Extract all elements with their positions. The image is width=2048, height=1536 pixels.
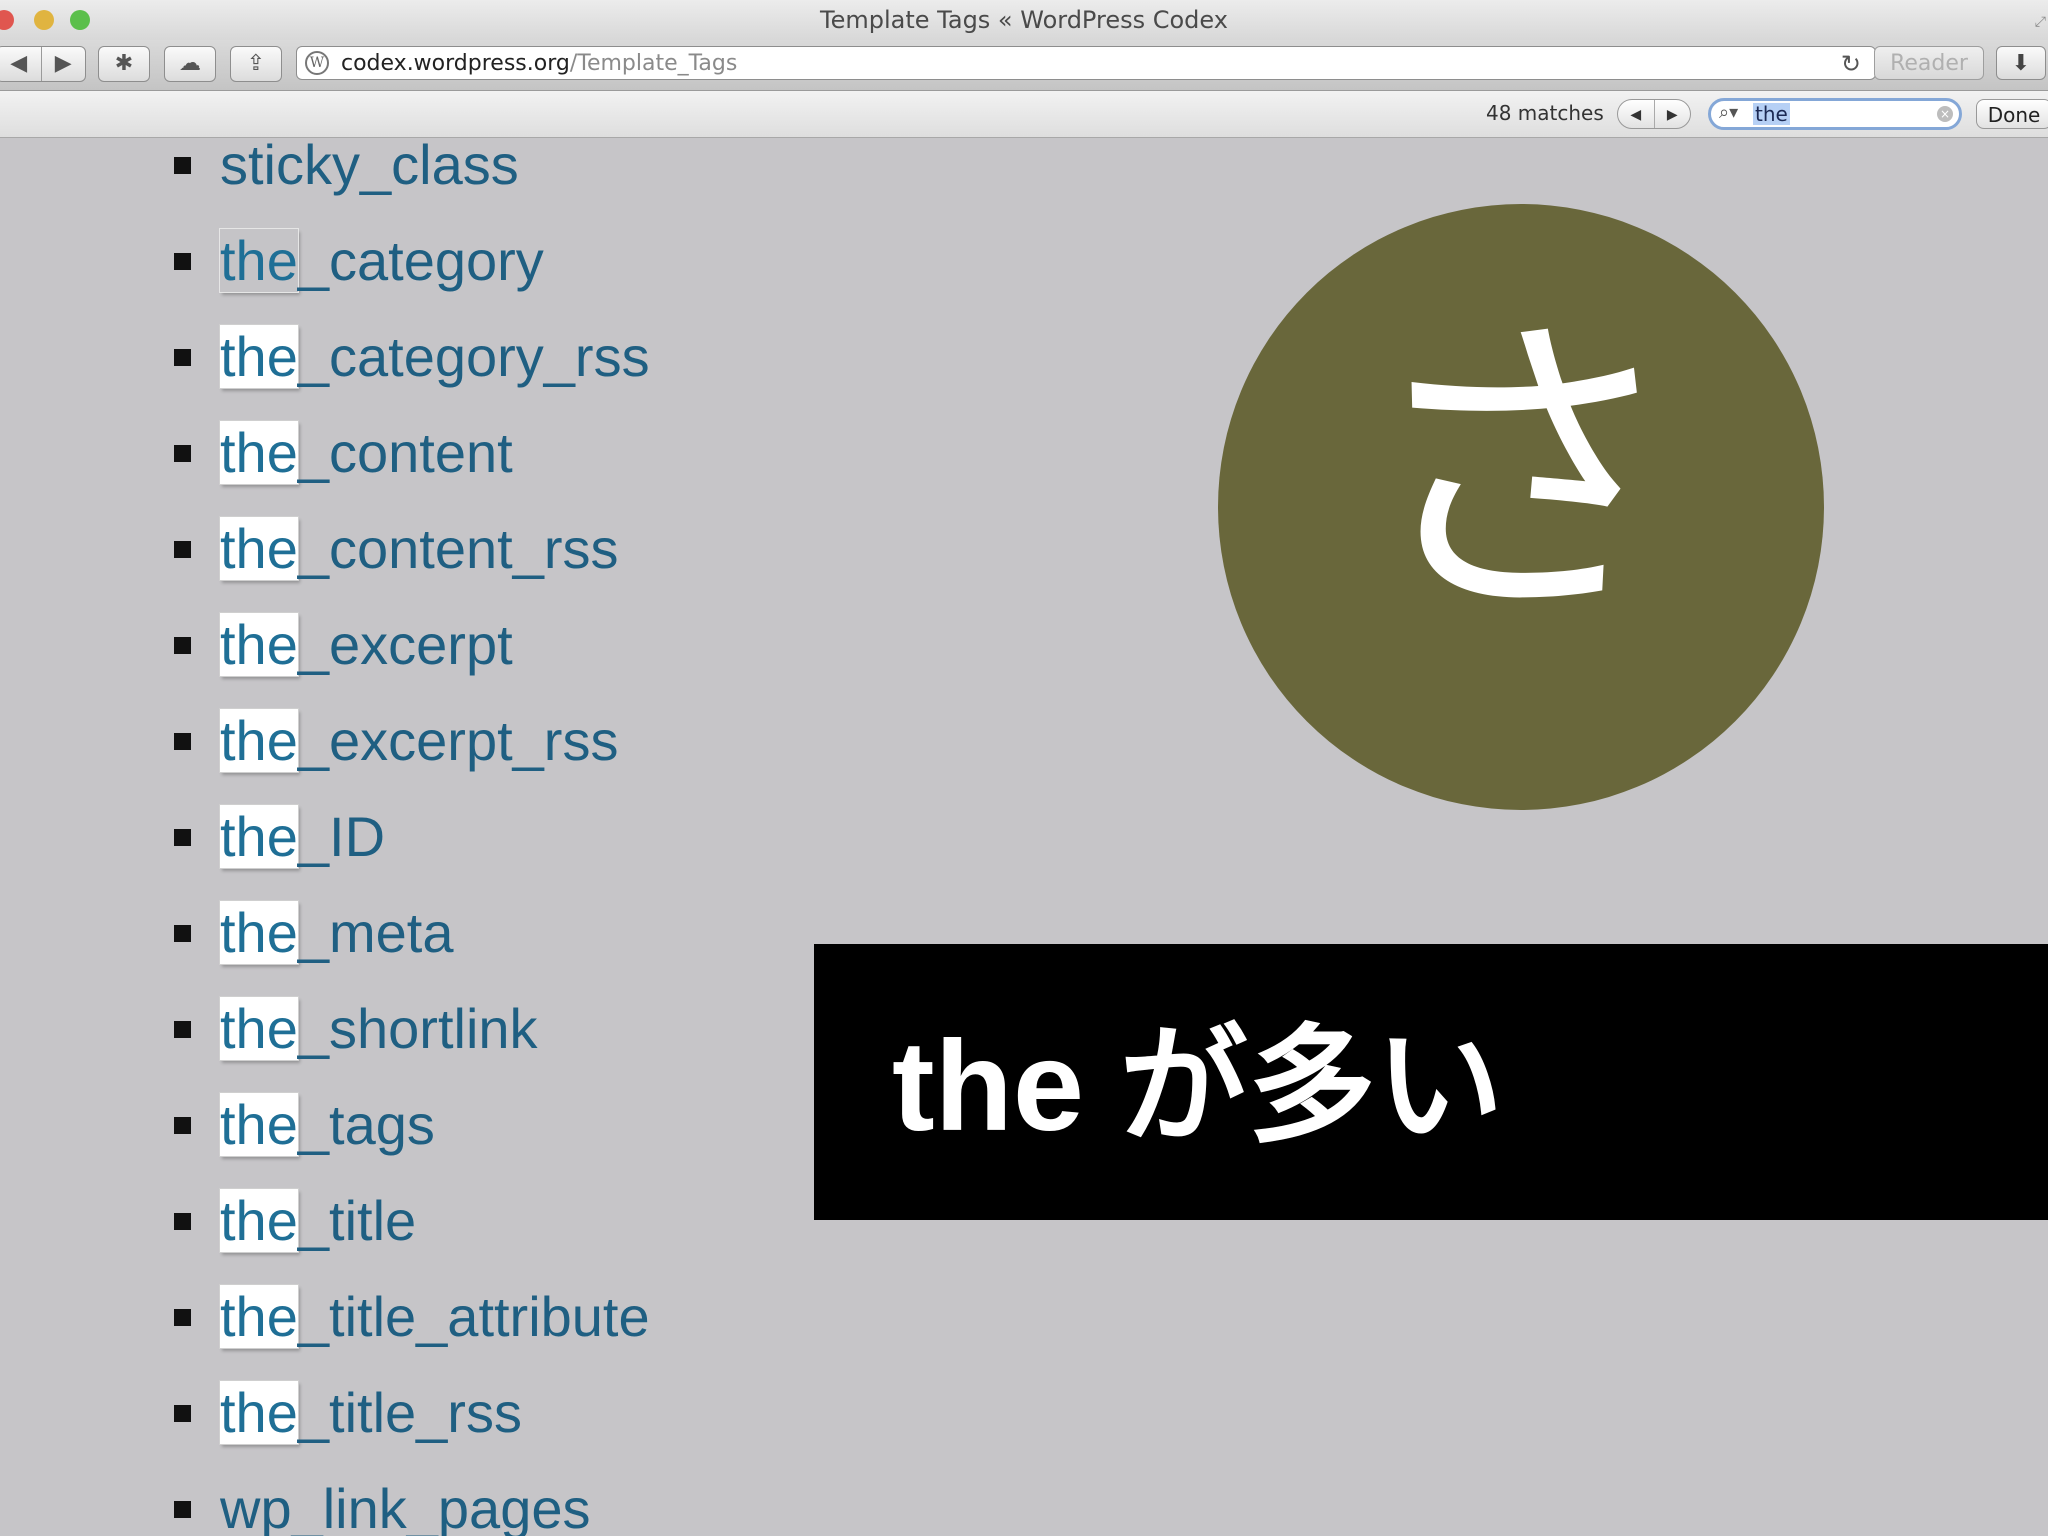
list-bullet	[174, 157, 191, 174]
tag-link-text: _content	[297, 421, 513, 484]
downloads-button[interactable]: ⬇	[1996, 46, 2046, 80]
find-highlight: the	[220, 325, 298, 388]
tag-link[interactable]: wp_link_pages	[220, 1469, 590, 1536]
find-query: the	[1753, 102, 1790, 126]
browser-toolbar: ◀ ▶ ✱ ☁ ⇪ W codex.wordpress.org/Template…	[0, 40, 2048, 91]
tag-link-text: _category_rss	[297, 325, 650, 388]
list-bullet	[174, 829, 191, 846]
window-titlebar: Template Tags « WordPress Codex ⤢	[0, 0, 2048, 40]
back-button[interactable]: ◀	[0, 47, 42, 81]
find-highlight: the	[220, 421, 298, 484]
find-highlight: the	[220, 1093, 298, 1156]
list-bullet	[174, 349, 191, 366]
find-highlight: the	[220, 1285, 298, 1348]
tag-link[interactable]: the_excerpt_rss	[220, 701, 618, 781]
tag-link-text: _category	[297, 229, 544, 292]
download-icon: ⬇	[2011, 51, 2031, 76]
top-sites-button[interactable]: ✱	[98, 46, 150, 82]
tag-link-text: _content_rss	[297, 517, 619, 580]
tag-link[interactable]: the_tags	[220, 1085, 435, 1165]
tag-link-text: wp_link_pages	[220, 1477, 591, 1536]
tag-link[interactable]: the_content_rss	[220, 509, 619, 589]
find-bar: 48 matches ◀ ▶ ⌕▾ the × Done	[0, 91, 2048, 138]
find-highlight: the	[220, 229, 298, 292]
find-highlight: the	[220, 1189, 298, 1252]
cloud-icon: ☁	[179, 51, 201, 76]
list-bullet	[174, 733, 191, 750]
fullscreen-icon[interactable]: ⤢	[2035, 14, 2046, 30]
list-bullet	[174, 253, 191, 270]
tag-link-text: _title_rss	[297, 1381, 522, 1444]
find-navigation: ◀ ▶	[1617, 99, 1691, 129]
share-icon: ⇪	[246, 51, 266, 76]
list-bullet	[174, 1501, 191, 1518]
find-highlight: the	[220, 517, 298, 580]
address-bar[interactable]: W codex.wordpress.org/Template_Tags ↻	[296, 46, 1876, 80]
clear-search-icon[interactable]: ×	[1937, 106, 1953, 122]
url-text: codex.wordpress.org/Template_Tags	[341, 47, 737, 81]
hiragana-badge: さ	[1218, 204, 1824, 810]
caption-banner: the が多い	[814, 944, 2048, 1220]
tag-link[interactable]: the_ID	[220, 797, 385, 877]
reload-icon[interactable]: ↻	[1841, 47, 1861, 81]
tag-link[interactable]: the_category_rss	[220, 317, 650, 397]
find-highlight: the	[220, 1381, 298, 1444]
tag-link-text: _title	[297, 1189, 417, 1252]
tag-link[interactable]: the_shortlink	[220, 989, 538, 1069]
find-done-button[interactable]: Done	[1976, 99, 2048, 129]
url-host: codex.wordpress.org	[341, 51, 570, 76]
find-highlight: the	[220, 997, 298, 1060]
tag-link[interactable]: the_content	[220, 413, 513, 493]
list-bullet	[174, 637, 191, 654]
find-previous-button[interactable]: ◀	[1618, 100, 1655, 128]
list-bullet	[174, 445, 191, 462]
find-highlight: the	[220, 901, 298, 964]
tag-link-text: _meta	[297, 901, 454, 964]
tag-link-text: _excerpt	[297, 613, 513, 676]
reader-button[interactable]: Reader	[1874, 46, 1984, 80]
list-bullet	[174, 925, 191, 942]
tag-link[interactable]: the_category	[220, 221, 544, 301]
find-highlight: the	[220, 805, 298, 868]
wordpress-favicon-icon: W	[305, 51, 329, 75]
tag-link[interactable]: the_title	[220, 1181, 416, 1261]
forward-button[interactable]: ▶	[42, 47, 86, 81]
list-bullet	[174, 1405, 191, 1422]
tag-link-text: _ID	[297, 805, 386, 868]
tag-link[interactable]: the_title_attribute	[220, 1277, 650, 1357]
tag-link[interactable]: the_title_rss	[220, 1373, 522, 1453]
list-bullet	[174, 1117, 191, 1134]
tag-link-text: _excerpt_rss	[297, 709, 619, 772]
icloud-tabs-button[interactable]: ☁	[164, 46, 216, 82]
top-sites-icon: ✱	[114, 51, 134, 76]
find-highlight: the	[220, 709, 298, 772]
find-highlight: the	[220, 613, 298, 676]
find-next-button[interactable]: ▶	[1655, 100, 1691, 128]
find-input[interactable]: ⌕▾ the ×	[1708, 98, 1962, 130]
hiragana-character: さ	[1361, 288, 1681, 660]
match-count: 48 matches	[1486, 101, 1604, 125]
list-bullet	[174, 541, 191, 558]
back-forward-control: ◀ ▶	[0, 46, 86, 82]
caption-text: the が多い	[892, 1015, 1504, 1158]
list-bullet	[174, 1213, 191, 1230]
tag-link-text: _title_attribute	[297, 1285, 650, 1348]
list-bullet	[174, 1309, 191, 1326]
share-button[interactable]: ⇪	[230, 46, 282, 82]
window-title: Template Tags « WordPress Codex	[820, 6, 1228, 34]
tag-link[interactable]: the_meta	[220, 893, 454, 973]
tag-link-text: _tags	[297, 1093, 435, 1156]
search-icon: ⌕▾	[1719, 102, 1739, 123]
tag-link-text: sticky_class	[220, 137, 519, 196]
url-path: /Template_Tags	[569, 51, 738, 76]
tag-link[interactable]: sticky_class	[220, 137, 519, 205]
list-bullet	[174, 1021, 191, 1038]
tag-link-text: _shortlink	[297, 997, 538, 1060]
tag-link[interactable]: the_excerpt	[220, 605, 513, 685]
